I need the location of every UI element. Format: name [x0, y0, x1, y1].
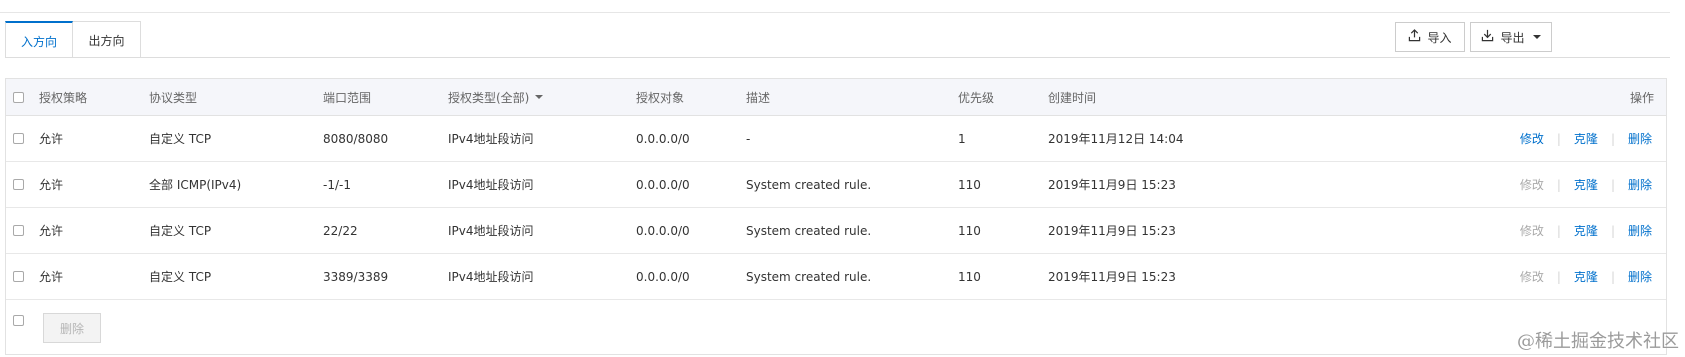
cell-protocol: 自定义 TCP — [149, 270, 212, 284]
cell-policy: 允许 — [39, 270, 64, 284]
cell-auth-object: 0.0.0.0/0 — [636, 177, 690, 192]
delete-link[interactable]: 删除 — [1628, 130, 1652, 147]
footer-select-all-checkbox[interactable] — [13, 314, 24, 326]
row-checkbox[interactable] — [13, 271, 24, 282]
header-auth-object: 授权对象 — [636, 90, 685, 105]
cell-description: - — [746, 131, 751, 146]
action-separator: | — [1610, 131, 1615, 146]
cell-port: 8080/8080 — [323, 131, 389, 146]
modify-link[interactable]: 修改 — [1520, 130, 1544, 147]
cell-port: 3389/3389 — [323, 269, 389, 284]
clone-link[interactable]: 克隆 — [1574, 130, 1598, 147]
cell-policy: 允许 — [39, 178, 64, 192]
row-checkbox[interactable] — [13, 225, 24, 236]
cell-priority: 110 — [958, 177, 981, 192]
direction-tabs: 入方向 出方向 — [5, 21, 141, 58]
row-actions: 修改 | 克隆 | 删除 — [1520, 254, 1652, 299]
action-separator: | — [1556, 223, 1561, 238]
export-label: 导出 — [1500, 30, 1525, 45]
tabs-divider — [5, 57, 1670, 58]
tab-outbound[interactable]: 出方向 — [73, 21, 141, 57]
action-separator: | — [1556, 177, 1561, 192]
delete-link[interactable]: 删除 — [1628, 176, 1652, 193]
cell-description: System created rule. — [746, 223, 872, 238]
row-checkbox[interactable] — [13, 133, 24, 144]
cell-policy: 允许 — [39, 224, 64, 238]
cell-policy: 允许 — [39, 132, 64, 146]
import-label: 导入 — [1427, 30, 1452, 45]
cell-priority: 1 — [958, 131, 966, 146]
tab-inbound[interactable]: 入方向 — [5, 21, 73, 57]
cell-auth-type: IPv4地址段访问 — [448, 178, 534, 192]
import-button[interactable]: 导入 — [1395, 22, 1465, 52]
header-priority: 优先级 — [958, 90, 995, 105]
row-actions: 修改 | 克隆 | 删除 — [1520, 162, 1652, 207]
export-button[interactable]: 导出 — [1470, 22, 1552, 52]
delete-link[interactable]: 删除 — [1628, 268, 1652, 285]
row-actions: 修改 | 克隆 | 删除 — [1520, 208, 1652, 253]
header-ops: 操作 — [1629, 90, 1654, 105]
cell-auth-type: IPv4地址段访问 — [448, 224, 534, 238]
cell-description: System created rule. — [746, 269, 872, 284]
cell-auth-type: IPv4地址段访问 — [448, 270, 534, 284]
action-separator: | — [1556, 269, 1561, 284]
cell-auth-type: IPv4地址段访问 — [448, 132, 534, 146]
header-auth-type-label: 授权类型(全部) — [448, 90, 530, 105]
chevron-down-icon — [535, 95, 544, 99]
select-all-checkbox[interactable] — [13, 91, 24, 103]
action-separator: | — [1610, 223, 1615, 238]
cell-protocol: 全部 ICMP(IPv4) — [149, 178, 242, 192]
security-rules-table: 授权策略 协议类型 端口范围 授权类型(全部) 授权对象 描述 优先级 创建时间… — [5, 78, 1667, 355]
action-separator: | — [1610, 177, 1615, 192]
cell-created: 2019年11月12日 14:04 — [1048, 132, 1184, 146]
cell-created: 2019年11月9日 15:23 — [1048, 270, 1176, 284]
header-protocol: 协议类型 — [149, 90, 198, 105]
cell-port: -1/-1 — [323, 177, 351, 192]
cell-auth-object: 0.0.0.0/0 — [636, 269, 690, 284]
delete-link[interactable]: 删除 — [1628, 222, 1652, 239]
cell-auth-object: 0.0.0.0/0 — [636, 131, 690, 146]
modify-link: 修改 — [1519, 270, 1544, 284]
modify-link: 修改 — [1519, 224, 1544, 238]
cell-created: 2019年11月9日 15:23 — [1048, 178, 1176, 192]
batch-delete-button: 删除 — [43, 313, 101, 343]
cell-description: System created rule. — [746, 177, 872, 192]
table-row: 允许 自定义 TCP 8080/8080 IPv4地址段访问 0.0.0.0/0… — [6, 116, 1666, 162]
chevron-down-icon — [1532, 35, 1541, 39]
top-divider — [0, 12, 1670, 13]
cell-port: 22/22 — [323, 223, 358, 238]
clone-link[interactable]: 克隆 — [1574, 222, 1598, 239]
action-separator: | — [1610, 269, 1615, 284]
row-checkbox[interactable] — [13, 179, 24, 190]
header-port: 端口范围 — [323, 90, 372, 105]
cell-auth-object: 0.0.0.0/0 — [636, 223, 690, 238]
table-row: 允许 全部 ICMP(IPv4) -1/-1 IPv4地址段访问 0.0.0.0… — [6, 162, 1666, 208]
header-policy: 授权策略 — [39, 90, 88, 105]
table-footer: 删除 — [6, 300, 1666, 354]
cell-created: 2019年11月9日 15:23 — [1048, 224, 1176, 238]
row-actions: 修改 | 克隆 | 删除 — [1520, 116, 1652, 161]
cell-protocol: 自定义 TCP — [149, 224, 212, 238]
header-description: 描述 — [746, 90, 771, 105]
watermark: @稀土掘金技术社区 — [1517, 331, 1679, 352]
upload-icon — [1408, 29, 1421, 45]
table-row: 允许 自定义 TCP 22/22 IPv4地址段访问 0.0.0.0/0 Sys… — [6, 208, 1666, 254]
clone-link[interactable]: 克隆 — [1574, 268, 1598, 285]
action-separator: | — [1556, 131, 1561, 146]
header-auth-type-filter[interactable]: 授权类型(全部) — [448, 79, 544, 115]
download-icon — [1481, 29, 1494, 45]
modify-link: 修改 — [1519, 178, 1544, 192]
cell-protocol: 自定义 TCP — [149, 132, 212, 146]
table-row: 允许 自定义 TCP 3389/3389 IPv4地址段访问 0.0.0.0/0… — [6, 254, 1666, 300]
table-header: 授权策略 协议类型 端口范围 授权类型(全部) 授权对象 描述 优先级 创建时间… — [6, 79, 1666, 116]
header-created: 创建时间 — [1048, 90, 1097, 105]
cell-priority: 110 — [958, 269, 981, 284]
clone-link[interactable]: 克隆 — [1574, 176, 1598, 193]
cell-priority: 110 — [958, 223, 981, 238]
